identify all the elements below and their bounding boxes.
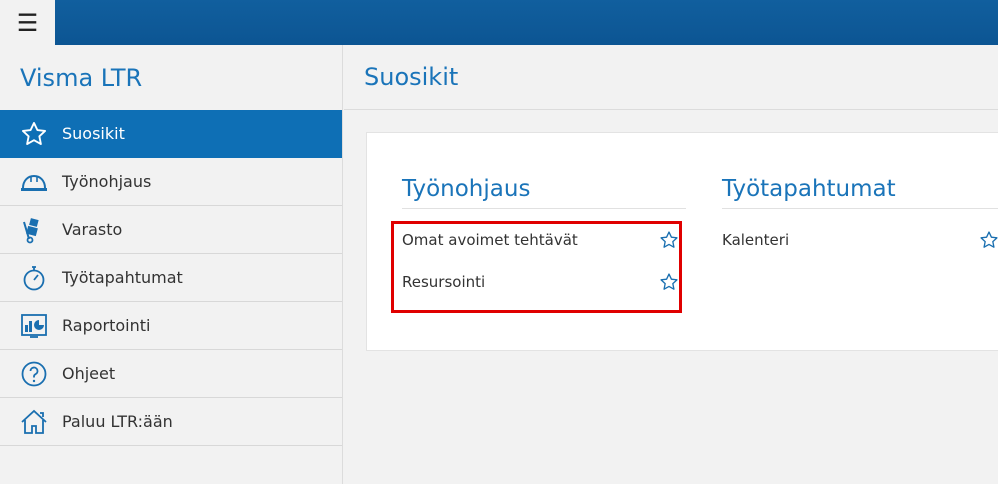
main-content: Suosikit Työnohjaus Omat avoimet tehtävä… — [344, 45, 998, 484]
helmet-icon — [19, 167, 49, 197]
sidebar-item-label: Työtapahtumat — [62, 268, 183, 287]
main-header: Suosikit — [344, 45, 998, 110]
sidebar-item-label: Työnohjaus — [62, 172, 152, 191]
favorite-link[interactable]: Omat avoimet tehtävät — [402, 219, 686, 261]
section-links: Omat avoimet tehtävät Resursointi — [402, 219, 686, 303]
sidebar-item-ohjeet[interactable]: Ohjeet — [0, 350, 342, 398]
section-links: Kalenteri — [722, 219, 998, 261]
section-title: Työnohjaus — [402, 165, 686, 209]
sidebar-item-suosikit[interactable]: Suosikit — [0, 110, 342, 158]
hand-truck-icon — [19, 215, 49, 245]
sidebar-nav: Suosikit Työnohjaus Varasto Työtapahtuma… — [0, 110, 342, 446]
sidebar: Visma LTR Suosikit Työnohjaus Varasto Ty… — [0, 45, 343, 484]
help-circle-icon — [19, 359, 49, 389]
section-title: Työtapahtumat — [722, 165, 998, 209]
star-icon — [19, 119, 49, 149]
sidebar-item-tyonohjaus[interactable]: Työnohjaus — [0, 158, 342, 206]
sidebar-item-paluu[interactable]: Paluu LTR:ään — [0, 398, 342, 446]
stopwatch-icon — [19, 263, 49, 293]
section-tyotapahtumat: Työtapahtumat Kalenteri — [722, 165, 998, 261]
favorite-link-label[interactable]: Resursointi — [402, 273, 485, 291]
star-icon[interactable] — [658, 271, 680, 293]
sidebar-item-label: Suosikit — [62, 124, 125, 143]
sidebar-item-label: Raportointi — [62, 316, 151, 335]
sidebar-item-tyotapahtumat[interactable]: Työtapahtumat — [0, 254, 342, 302]
app-title: Visma LTR — [20, 63, 143, 92]
sidebar-item-raportointi[interactable]: Raportointi — [0, 302, 342, 350]
sidebar-item-label: Paluu LTR:ään — [62, 412, 173, 431]
home-icon — [19, 407, 49, 437]
favorite-link[interactable]: Resursointi — [402, 261, 686, 303]
star-icon[interactable] — [658, 229, 680, 251]
hamburger-menu-icon[interactable]: ☰ — [0, 0, 55, 45]
favorite-link[interactable]: Kalenteri — [722, 219, 998, 261]
sidebar-item-varasto[interactable]: Varasto — [0, 206, 342, 254]
page-title: Suosikit — [364, 63, 459, 91]
favorite-link-label[interactable]: Kalenteri — [722, 231, 789, 249]
star-icon[interactable] — [978, 229, 998, 251]
top-bar: ☰ — [0, 0, 998, 45]
favorite-link-label[interactable]: Omat avoimet tehtävät — [402, 231, 578, 249]
sidebar-item-label: Ohjeet — [62, 364, 116, 383]
top-bar-fill — [55, 0, 998, 45]
section-tyonohjaus: Työnohjaus Omat avoimet tehtävät Resurso… — [402, 165, 686, 303]
sidebar-item-label: Varasto — [62, 220, 123, 239]
report-chart-icon — [19, 311, 49, 341]
favorites-card: Työnohjaus Omat avoimet tehtävät Resurso… — [366, 132, 998, 351]
